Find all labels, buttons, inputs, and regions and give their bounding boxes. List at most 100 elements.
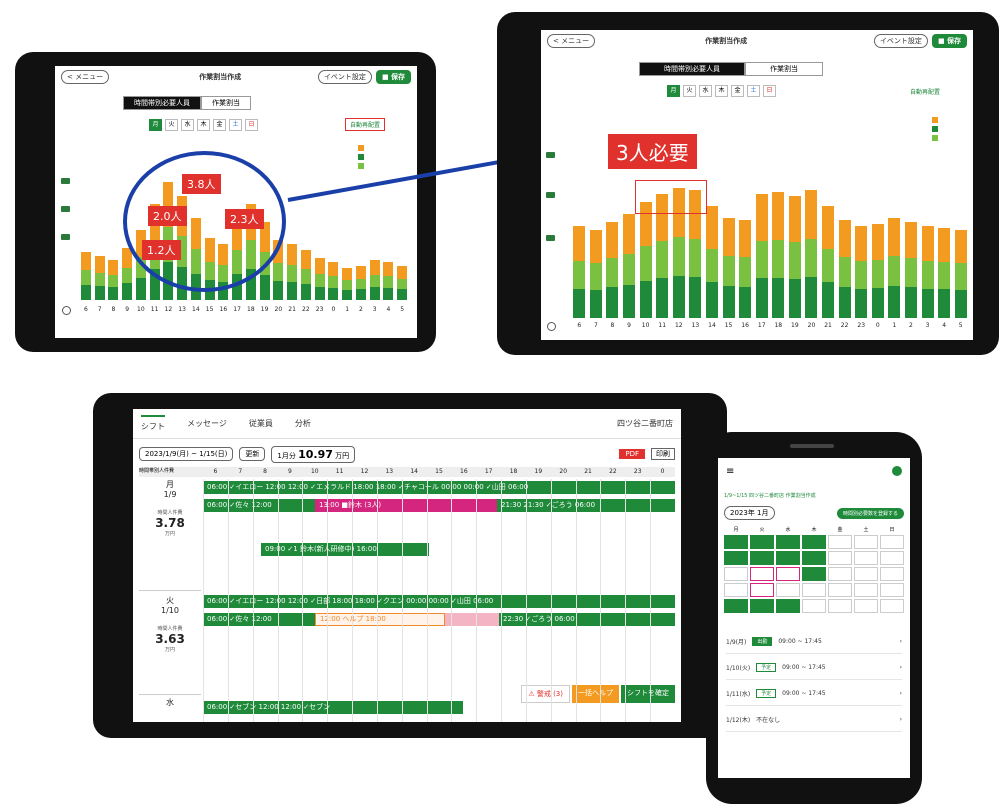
calendar-day[interactable] [750,599,774,613]
month-picker[interactable]: 2023年 1月 [724,506,775,520]
calendar-day[interactable] [802,599,826,613]
chart-bar [938,289,951,318]
confirm-shift-button[interactable]: シフトを確定 [621,685,675,703]
chart-bar [921,260,934,289]
day-tab[interactable]: 火 [683,85,696,97]
shift-bar[interactable]: 06:00 ✓佐々 12:00 [203,613,315,626]
calendar-day[interactable] [724,535,748,549]
nav-analytics[interactable]: 分析 [295,418,311,429]
shift-row[interactable]: 1/9(月) 出勤 09:00 ~ 17:45 › [726,630,902,654]
shift-row[interactable]: 1/10(火) 予定 09:00 ~ 17:45 › [726,656,902,680]
shift-bar[interactable]: 09:00 ✓1 鈴木(新人研修中) 16:00 [261,543,429,556]
calendar-day[interactable] [750,535,774,549]
calendar-day[interactable] [724,567,748,581]
x-axis: 6 7 8 9 10 11 12 13 14 15 16 17 18 19 20 21 22 23 0 1 2 3 4 5 [571,322,969,332]
help-request-bar[interactable]: 12:00 ヘルプ 18:00 [315,613,445,626]
calendar-day[interactable] [854,551,878,565]
calendar-day[interactable] [828,567,852,581]
tab-assign[interactable]: 作業割当 [745,62,823,76]
menu-button[interactable]: < メニュー [547,34,596,48]
tab-required[interactable]: 時間帯別必要人員 [639,62,745,76]
calendar-day[interactable] [828,535,852,549]
hour-label: 12 [360,468,369,475]
chart-bar [938,262,951,290]
calendar-day[interactable] [724,583,748,597]
update-button[interactable]: 更新 [239,447,266,461]
day-tab[interactable]: 月 [667,85,680,97]
calendar-day[interactable] [776,567,800,581]
tablet-big: < メニュー 作業割当作成 イベント設定 ■ 保存 時間帯別必要人員 作業割当 … [497,12,999,355]
calendar-day[interactable] [724,599,748,613]
shift-bar[interactable]: 21:30 21:30 ✓ごろう 06:00 [497,499,675,512]
calendar-day[interactable] [802,583,826,597]
calendar-day[interactable] [880,567,904,581]
print-button[interactable]: 印刷 [651,448,675,460]
shift-bar[interactable]: 06:00 ✓セブン 12:00 12:00 ✓セブン [203,701,463,714]
calendar-day[interactable] [880,583,904,597]
date-range-picker[interactable]: 2023/1/9(月) ~ 1/15(日) [139,447,234,461]
chart-bar [805,238,818,278]
grid-line [476,479,478,722]
pdf-button[interactable]: PDF [619,449,645,459]
day-tab[interactable]: 金 [731,85,744,97]
nav-shift[interactable]: シフト [141,415,165,432]
calendar-day[interactable] [828,583,852,597]
chart-bar [623,253,635,285]
x-tick-label: 12 [674,322,683,329]
event-button[interactable]: イベント設定 [873,34,928,48]
shift-bar[interactable]: 06:00 ✓佐々 12:00 [203,499,315,512]
chart-bar [705,282,718,318]
shift-bar[interactable]: 06:00 ✓イエロー 12:00 12:00 ✓日部 18:00 18:00 … [203,595,675,608]
calendar-day[interactable] [724,551,748,565]
bulk-help-button[interactable]: 一括ヘルプ [572,685,619,703]
chart-bar [888,218,901,256]
day-tab[interactable]: 日 [763,85,776,97]
calendar-day[interactable] [776,599,800,613]
calendar-day[interactable] [802,535,826,549]
shift-bar-highlight[interactable]: 13:00 ■鈴木 (3人) [315,499,497,512]
calendar-day[interactable] [750,567,774,581]
calendar-day[interactable] [750,551,774,565]
warning-button[interactable]: ⚠ 警戒 (3) [521,685,570,703]
calendar-day[interactable] [802,551,826,565]
calendar-day[interactable] [854,583,878,597]
x-tick-label: 14 [708,322,716,329]
calendar-day[interactable] [776,551,800,565]
shift-row[interactable]: 1/11(水) 予定 09:00 ~ 17:45 › [726,682,902,706]
nav-staff[interactable]: 従業員 [249,418,273,429]
day-date: 1/9 [163,490,177,499]
day-tab[interactable]: 木 [715,85,728,97]
store-name[interactable]: 四ツ谷二番町店 [617,418,673,429]
day-tab[interactable]: 水 [699,85,712,97]
calendar-day[interactable] [776,583,800,597]
calendar-day[interactable] [880,535,904,549]
chart-bar [822,282,834,318]
day-tab[interactable]: 土 [747,85,760,97]
user-icon[interactable] [892,466,902,476]
calendar-day[interactable] [776,535,800,549]
calendar-day[interactable] [854,599,878,613]
calendar-day[interactable] [828,551,852,565]
shift-date: 1/11(水) [726,691,751,698]
calendar-day[interactable] [828,599,852,613]
calendar-day[interactable] [802,567,826,581]
calendar-day[interactable] [880,599,904,613]
shift-row[interactable]: 1/12(木) 不在なし › [726,708,902,732]
calendar-day[interactable] [854,535,878,549]
x-tick-label: 11 [658,322,667,329]
shift-bar[interactable]: 06:00 ✓イエロー 12:00 12:00 ✓エメラルド 18:00 18:… [203,481,675,494]
menu-icon[interactable]: ≡ [726,466,734,477]
save-button[interactable]: ■ 保存 [931,34,967,48]
calendar-day[interactable] [750,583,774,597]
nav-message[interactable]: メッセージ [187,418,227,429]
chart-bar [855,226,868,261]
calendar-day[interactable] [880,551,904,565]
x-tick-label: 18 [774,322,783,329]
calendar-day[interactable] [854,567,878,581]
day-cost-label: 時間人件費 [157,626,183,632]
chart-bar [822,206,834,249]
register-button[interactable]: 時間別必要数を登録する [836,507,904,519]
auto-relocate-button[interactable]: 自動再配置 [905,85,946,98]
grid-line [600,479,602,722]
grid-line [327,479,329,722]
